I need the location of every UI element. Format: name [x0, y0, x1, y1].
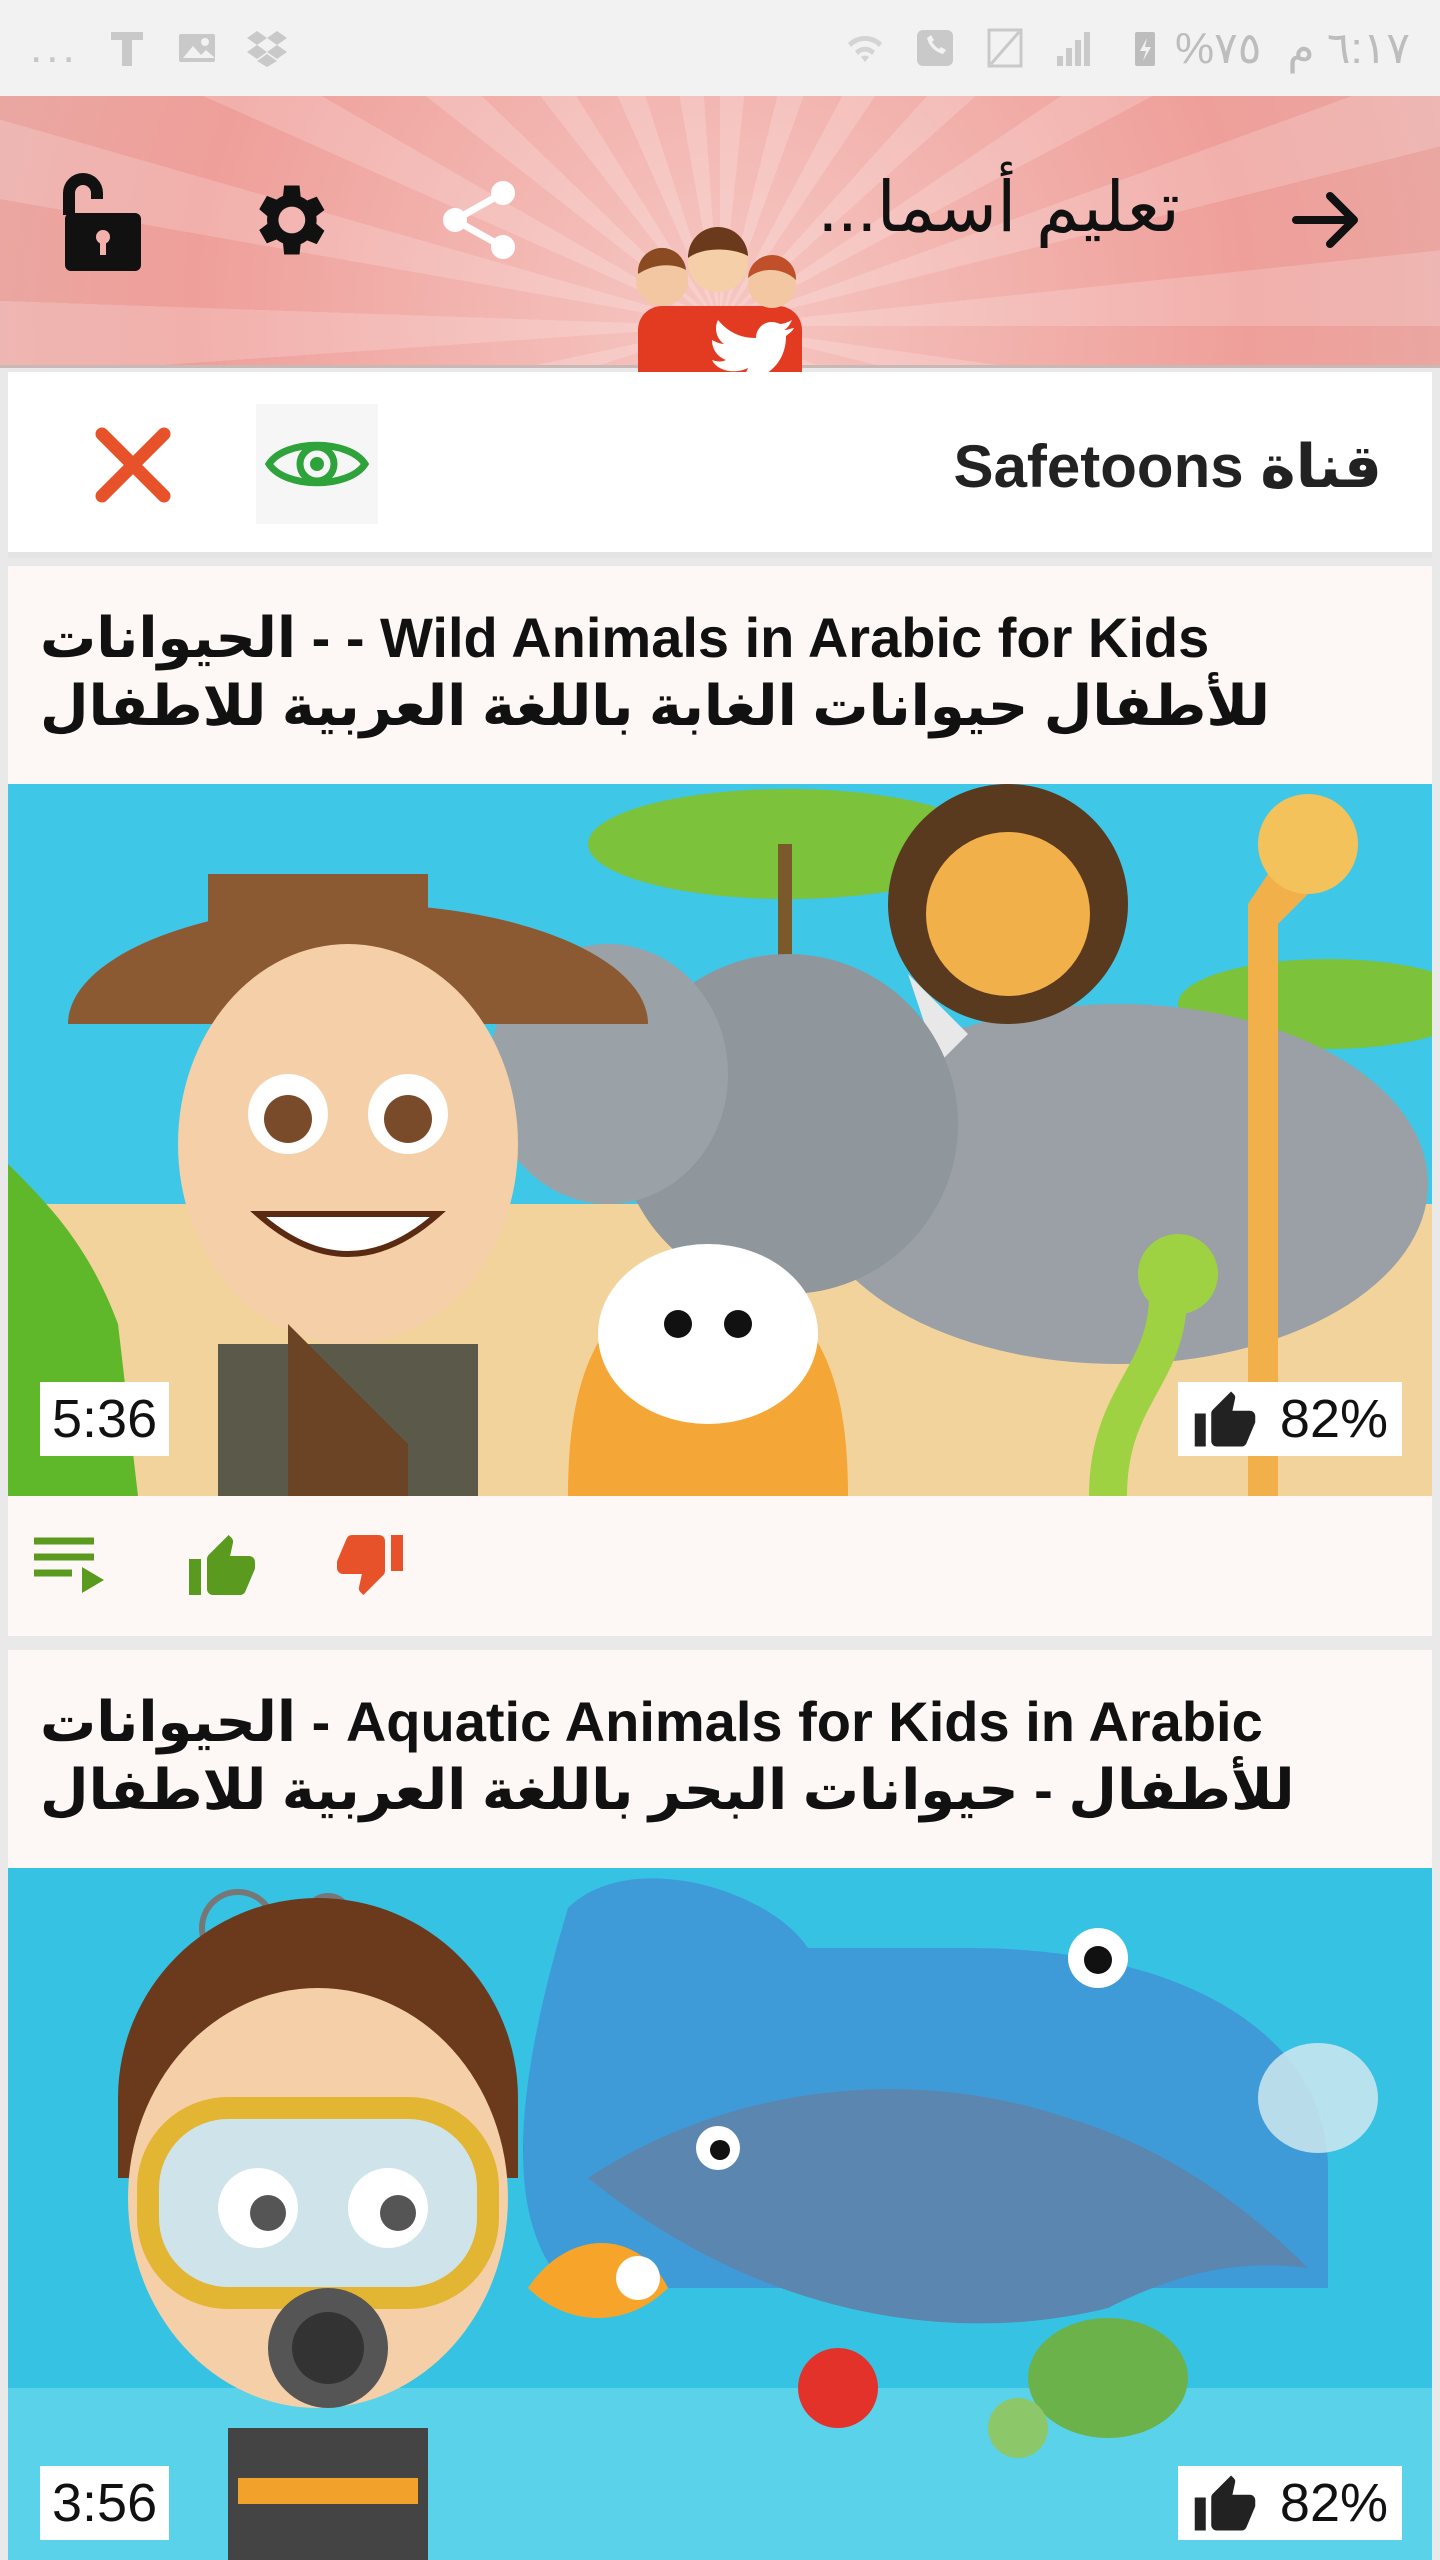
video-duration: 3:56: [40, 2466, 170, 2540]
video-thumbnail[interactable]: 3:56 82%: [8, 1868, 1432, 2560]
dislike-icon: [337, 1535, 403, 1595]
dropbox-icon: [246, 31, 287, 67]
video-card[interactable]: Aquatic Animals for Kids in Arabic - الح…: [8, 1650, 1432, 2560]
like-icon: [189, 1535, 255, 1595]
video-duration: 5:36: [40, 1382, 170, 1456]
video-rating: 82%: [1177, 1382, 1402, 1456]
thumbnail-artwork: [8, 1868, 1432, 2560]
clock: ٦:١٧ م: [1287, 23, 1410, 73]
status-bar: ... ٦:١٧ م %٧٥: [0, 0, 1440, 96]
battery-charging-icon: [1135, 32, 1156, 66]
unlock-icon: [63, 173, 141, 271]
video-rating: 82%: [1177, 2466, 1402, 2540]
video-actions: [8, 1496, 1432, 1634]
close-channel-button[interactable]: [88, 420, 178, 510]
forward-arrow-icon: [1292, 192, 1358, 248]
video-thumbnail[interactable]: 5:36 82%: [8, 784, 1432, 1496]
image-icon: [178, 34, 215, 62]
video-title: Aquatic Animals for Kids in Arabic - الح…: [40, 1690, 1295, 1821]
phone-icon: [917, 30, 954, 66]
forward-button[interactable]: [1268, 160, 1388, 280]
signal-icon: [1057, 32, 1091, 66]
battery-percent: %٧٥: [1175, 23, 1262, 73]
playlist-add-icon: [34, 1537, 104, 1593]
toolbar-title: تعليم أسما...: [818, 168, 1180, 246]
overflow-indicator: ...: [30, 23, 79, 72]
video-card[interactable]: Wild Animals in Arabic for Kids - - الحي…: [8, 566, 1432, 1636]
wifi-icon: [848, 35, 883, 62]
close-icon: [95, 427, 171, 503]
settings-icon: [259, 185, 325, 255]
battery-indicator: %٧٥: [1123, 23, 1261, 74]
unlock-button[interactable]: [36, 160, 156, 280]
rating-percent: 82%: [1279, 1389, 1388, 1449]
thumbs-up-icon: [1194, 2475, 1256, 2531]
status-right: ٦:١٧ م %٧٥: [843, 23, 1410, 74]
rating-percent: 82%: [1279, 2473, 1388, 2533]
video-title: Wild Animals in Arabic for Kids - - الحي…: [40, 606, 1270, 737]
status-left: ...: [30, 23, 289, 73]
sim-icon: [987, 28, 1023, 68]
eye-icon: [265, 441, 369, 487]
dislike-button[interactable]: [326, 1521, 414, 1609]
channel-title: قناة Safetoons: [953, 433, 1382, 500]
view-channel-button[interactable]: [256, 404, 378, 524]
channel-header: قناة Safetoons: [8, 372, 1432, 558]
text-icon: [110, 32, 143, 66]
share-icon: [443, 181, 515, 259]
like-button[interactable]: [178, 1521, 266, 1609]
thumbs-up-icon: [1194, 1391, 1256, 1447]
app-toolbar: تعليم أسما...: [0, 96, 1440, 432]
share-button[interactable]: [420, 160, 540, 280]
settings-button[interactable]: [228, 160, 348, 280]
add-to-playlist-button[interactable]: [30, 1521, 118, 1609]
